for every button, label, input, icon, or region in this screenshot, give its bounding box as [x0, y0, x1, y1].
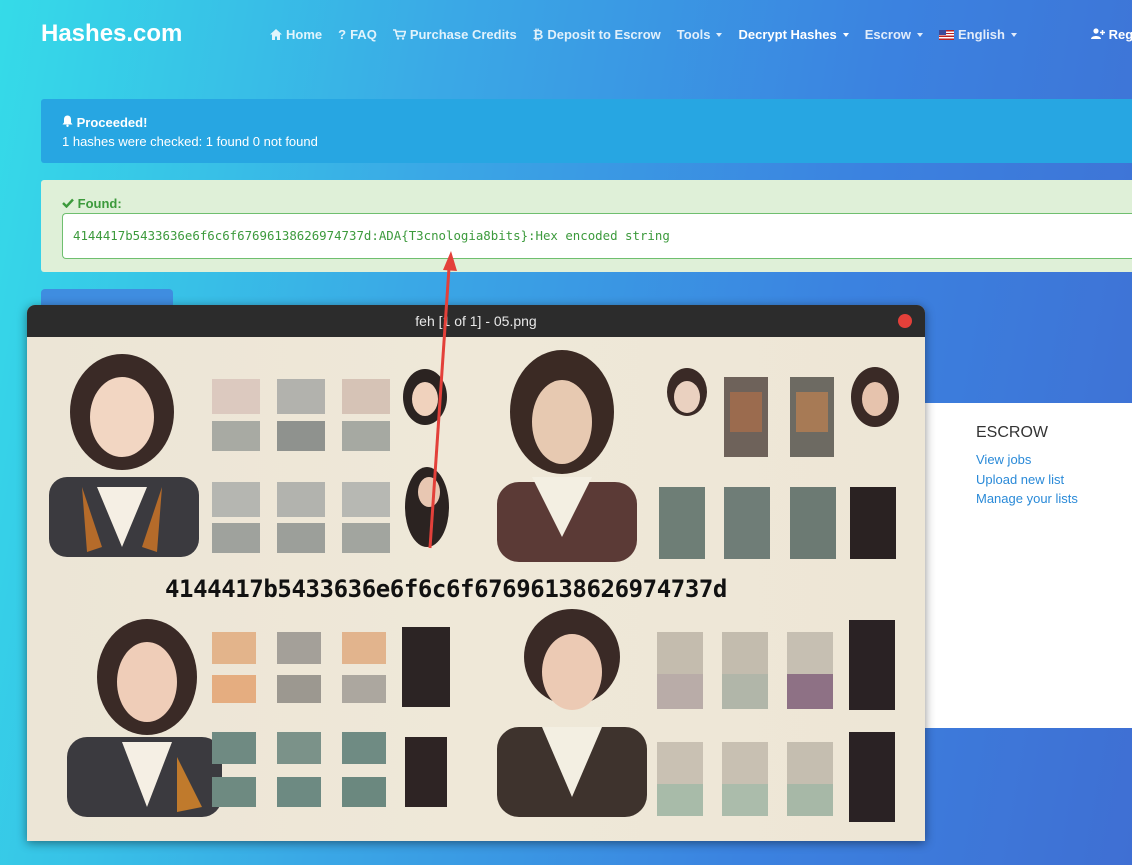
- escrow-title: ESCROW: [976, 424, 1048, 441]
- nav-register[interactable]: Reg: [1091, 27, 1132, 42]
- chevron-down-icon: [1010, 32, 1017, 37]
- cart-icon: [392, 29, 406, 40]
- found-result-field[interactable]: 4144417b5433636e6f6c6f67696138626974737d…: [62, 213, 1132, 259]
- portrait-top-left: [49, 354, 199, 557]
- nav-language-dropdown[interactable]: English: [939, 27, 1017, 42]
- feh-titlebar[interactable]: feh [1 of 1] - 05.png: [27, 305, 925, 337]
- chevron-down-icon: [842, 32, 849, 37]
- found-title: Found:: [77, 196, 122, 211]
- alert-proceeded: Proceeded! 1 hashes were checked: 1 foun…: [41, 99, 1132, 163]
- nav-home[interactable]: Home: [270, 27, 322, 42]
- view-jobs-link[interactable]: View jobs: [976, 452, 1031, 467]
- portrait-bottom-center: [497, 609, 647, 817]
- home-icon: [270, 29, 282, 40]
- nav-register-label: Reg: [1108, 27, 1132, 42]
- manage-lists-link[interactable]: Manage your lists: [976, 491, 1078, 506]
- us-flag-icon: [939, 29, 955, 40]
- nav-home-label: Home: [286, 27, 323, 42]
- nav-decrypt-label: Decrypt Hashes: [738, 27, 837, 42]
- alert-message: 1 hashes were checked: 1 found 0 not fou…: [62, 134, 318, 149]
- tile-grid-top-right: [659, 367, 899, 559]
- nav-deposit-label: Deposit to Escrow: [547, 27, 661, 42]
- nav-deposit-escrow[interactable]: ₿ Deposit to Escrow: [533, 27, 661, 42]
- portrait-bottom-left: [67, 619, 222, 817]
- user-plus-icon: [1091, 28, 1105, 39]
- chevron-down-icon: [917, 32, 924, 37]
- feh-image-viewer-window[interactable]: feh [1 of 1] - 05.png 4144417b5433636e6f…: [27, 305, 925, 841]
- alert-title: Proceeded!: [76, 115, 148, 130]
- brand-logo[interactable]: Hashes.com: [41, 20, 182, 48]
- navbar: Hashes.com Home ? FAQ Purchase Credits ₿…: [0, 0, 1132, 68]
- nav-escrow-label: Escrow: [864, 27, 912, 42]
- close-icon[interactable]: [898, 314, 912, 328]
- nav-decrypt-dropdown[interactable]: Decrypt Hashes: [738, 27, 849, 42]
- nav-tools-label: Tools: [676, 27, 711, 42]
- chevron-down-icon: [716, 32, 723, 37]
- nav-menu: Home ? FAQ Purchase Credits ₿ Deposit to…: [270, 27, 1017, 42]
- feh-title: feh [1 of 1] - 05.png: [415, 313, 537, 329]
- nav-escrow-dropdown[interactable]: Escrow: [864, 27, 924, 42]
- nav-purchase-credits[interactable]: Purchase Credits: [392, 27, 517, 42]
- nav-language-label: English: [958, 27, 1005, 42]
- portrait-top-center: [497, 350, 637, 562]
- nav-faq-label: FAQ: [350, 27, 377, 42]
- alert-found: Found: 4144417b5433636e6f6c6f67696138626…: [41, 180, 1132, 272]
- nav-tools-dropdown[interactable]: Tools: [677, 27, 723, 42]
- question-icon: ?: [338, 27, 347, 42]
- upload-list-link[interactable]: Upload new list: [976, 472, 1064, 487]
- escrow-panel: ESCROW View jobs Upload new list Manage …: [924, 403, 1132, 728]
- bitcoin-icon: ₿: [532, 27, 544, 42]
- nav-purchase-label: Purchase Credits: [409, 27, 517, 42]
- bell-icon: [62, 115, 73, 127]
- image-hex-text: 4144417b5433636e6f6c6f67696138626974737d: [165, 575, 727, 603]
- feh-image: 4144417b5433636e6f6c6f67696138626974737d: [27, 337, 925, 841]
- tile-grid-bottom-left: [212, 627, 450, 807]
- alert-title-row: Proceeded!: [62, 115, 1111, 130]
- nav-faq[interactable]: ? FAQ: [338, 27, 377, 42]
- found-title-row: Found:: [62, 196, 1111, 211]
- check-icon: [62, 198, 74, 209]
- tile-grid-top-left: [212, 369, 449, 553]
- tile-grid-bottom-right: [657, 620, 895, 822]
